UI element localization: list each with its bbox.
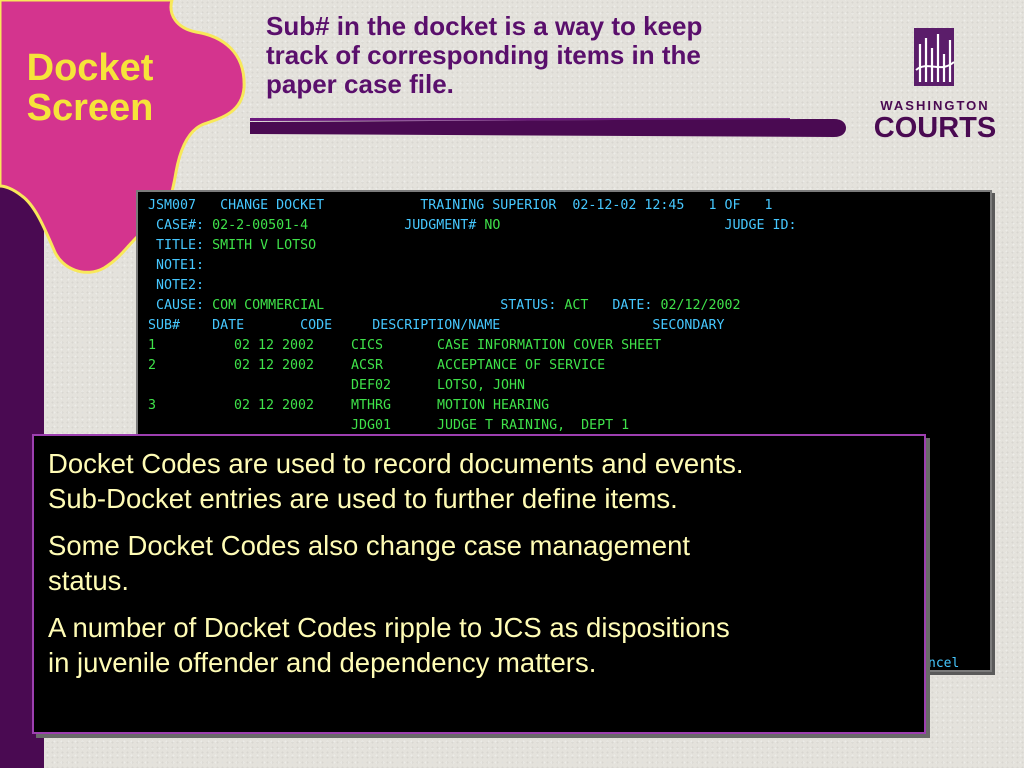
cause-field[interactable]: COM COMMERCIAL [212, 298, 324, 313]
row-date: 02 12 2002 [234, 398, 315, 413]
explanation-callout: Docket Codes are used to record document… [32, 434, 926, 734]
callout-text: Some Docket Codes also change case manag… [48, 530, 691, 561]
callout-text: status. [48, 565, 130, 596]
judgment-field[interactable]: NO [484, 218, 500, 233]
headline-line3: paper case file. [266, 69, 454, 99]
callout-text: in juvenile offender and dependency matt… [48, 647, 597, 678]
table-row[interactable]: DEF02 LOTSO, JOHN [148, 376, 525, 396]
page-total: 1 [764, 198, 773, 213]
case-line: CASE#: 02-2-00501-4 JUDGMENT# NO JUDGE I… [148, 216, 797, 236]
case-label: CASE#: [156, 218, 205, 233]
column-description: DESCRIPTION/NAME [372, 318, 501, 333]
slide-title: Docket Screen [10, 48, 170, 128]
row-date: 02 12 2002 [234, 358, 315, 373]
screen-id: JSM007 [148, 198, 197, 213]
row-code: CICS [351, 338, 384, 353]
terminal-cancel-key[interactable]: ncel [928, 654, 959, 674]
table-row[interactable]: 3 02 12 2002 MTHRG MOTION HEARING [148, 396, 549, 416]
note1-label: NOTE1: [156, 258, 205, 273]
callout-text: Docket Codes are used to record document… [48, 448, 744, 479]
row-sub: 1 [148, 338, 157, 353]
logo-bottom-text: COURTS [873, 112, 997, 144]
status-field[interactable]: ACT [564, 298, 588, 313]
terminal-header-line: JSM007 CHANGE DOCKET TRAINING SUPERIOR 0… [148, 196, 773, 216]
callout-text: Sub-Docket entries are used to further d… [48, 483, 678, 514]
column-code: CODE [300, 318, 333, 333]
column-secondary: SECONDARY [652, 318, 725, 333]
logo-top-text: WASHINGTON [880, 98, 990, 113]
callout-paragraph-1: Docket Codes are used to record document… [48, 446, 912, 516]
column-sub: SUB# [148, 318, 181, 333]
docket-column-headers: SUB# DATE CODE DESCRIPTION/NAME SECONDAR… [148, 316, 724, 336]
title-label: TITLE: [156, 238, 205, 253]
headline-line2: track of corresponding items in the [266, 40, 701, 70]
page-label: 1 OF [708, 198, 741, 213]
column-date: DATE [212, 318, 245, 333]
row-code: ACSR [351, 358, 384, 373]
header-time: 12:45 [644, 198, 685, 213]
note2-line: NOTE2: [148, 276, 204, 296]
header-date: 02-12-02 [572, 198, 637, 213]
screen-name: CHANGE DOCKET [220, 198, 325, 213]
row-description: ACCEPTANCE OF SERVICE [437, 358, 606, 373]
table-row[interactable]: 1 02 12 2002 CICS CASE INFORMATION COVER SH… [148, 336, 661, 356]
case-title-field[interactable]: SMITH V LOTSO [212, 238, 316, 253]
headline: Sub# in the docket is a way to keep trac… [266, 12, 846, 99]
washington-courts-logo: WASHINGTON COURTS [872, 24, 998, 144]
status-label: STATUS: [500, 298, 557, 313]
row-code: JDG01 [351, 418, 392, 433]
environment-name: TRAINING SUPERIOR [420, 198, 557, 213]
row-sub: 3 [148, 398, 157, 413]
row-description: JUDGE T RAINING, DEPT 1 [437, 418, 630, 433]
row-description: CASE INFORMATION COVER SHEET [437, 338, 662, 353]
callout-paragraph-3: A number of Docket Codes ripple to JCS a… [48, 610, 912, 680]
row-sub: 2 [148, 358, 157, 373]
callout-text: A number of Docket Codes ripple to JCS a… [48, 612, 730, 643]
slide-title-line1: Docket [26, 47, 154, 89]
row-description: LOTSO, JOHN [437, 378, 526, 393]
headline-line1: Sub# in the docket is a way to keep [266, 11, 703, 41]
judgment-label: JUDGMENT# [404, 218, 477, 233]
cause-label: CAUSE: [156, 298, 205, 313]
row-code: DEF02 [351, 378, 392, 393]
table-row[interactable]: JDG01 JUDGE T RAINING, DEPT 1 [148, 416, 629, 436]
courts-building-icon [914, 28, 955, 86]
date-label: DATE: [612, 298, 653, 313]
table-row[interactable]: 2 02 12 2002 ACSR ACCEPTANCE OF SERVICE [148, 356, 605, 376]
callout-paragraph-2: Some Docket Codes also change case manag… [48, 528, 912, 598]
cause-line: CAUSE: COM COMMERCIAL STATUS: ACT DATE: … [148, 296, 741, 316]
slide-title-line2: Screen [26, 87, 154, 129]
case-number-field[interactable]: 02-2-00501-4 [212, 218, 308, 233]
row-code: MTHRG [351, 398, 392, 413]
note1-line: NOTE1: [148, 256, 204, 276]
date-field[interactable]: 02/12/2002 [660, 298, 740, 313]
judge-id-label: JUDGE ID: [724, 218, 797, 233]
title-line: TITLE: SMITH V LOTSO [148, 236, 316, 256]
note2-label: NOTE2: [156, 278, 205, 293]
row-date: 02 12 2002 [234, 338, 315, 353]
row-description: MOTION HEARING [437, 398, 550, 413]
